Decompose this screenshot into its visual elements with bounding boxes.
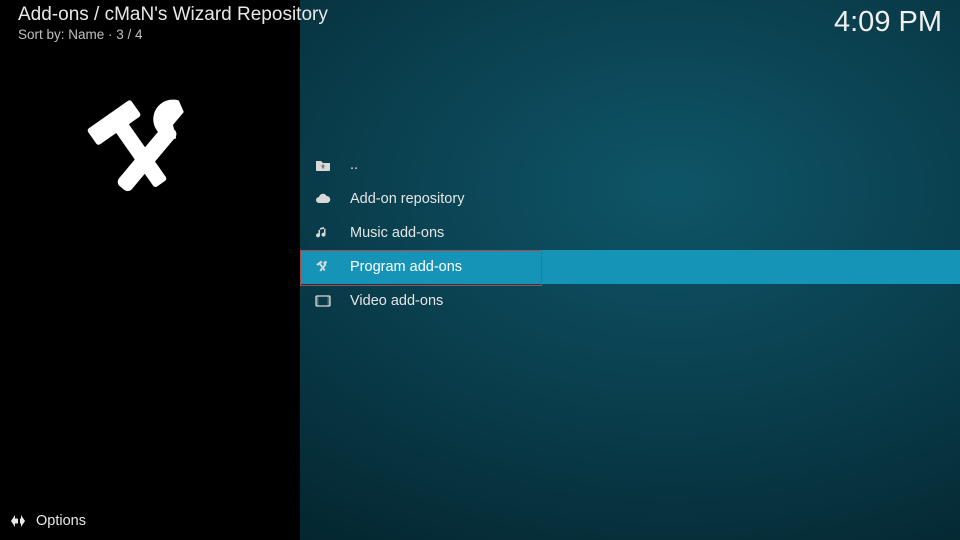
list-item-label: Music add-ons: [350, 225, 444, 241]
content-pane: .. Add-on repository Music add-ons Progr…: [300, 0, 960, 540]
cloud-icon: [315, 191, 331, 207]
tools-icon: [315, 259, 331, 275]
breadcrumb: Add-ons / cMaN's Wizard Repository: [18, 4, 942, 26]
list-item-label: Add-on repository: [350, 191, 464, 207]
list-item-program[interactable]: Program add-ons: [300, 250, 960, 284]
list-item-music[interactable]: Music add-ons: [300, 216, 960, 250]
clock: 4:09 PM: [834, 6, 942, 39]
sidebar: [0, 0, 300, 540]
addon-listing: .. Add-on repository Music add-ons Progr…: [300, 148, 960, 318]
list-item-video[interactable]: Video add-ons: [300, 284, 960, 318]
footer-options[interactable]: Options: [0, 503, 94, 540]
list-item-label: Program add-ons: [350, 259, 462, 275]
list-item-label: ..: [350, 157, 358, 173]
folder-up-icon: [315, 157, 331, 173]
sort-label: Sort by: Name · 3 / 4: [18, 27, 942, 42]
options-arrow-icon: [8, 511, 28, 531]
film-icon: [315, 293, 331, 309]
options-label: Options: [36, 513, 86, 529]
list-item-label: Video add-ons: [350, 293, 443, 309]
list-item-updir[interactable]: ..: [300, 148, 960, 182]
music-icon: [315, 225, 331, 241]
addon-tools-icon: [76, 85, 216, 225]
header: Add-ons / cMaN's Wizard Repository Sort …: [0, 0, 960, 42]
list-item-repository[interactable]: Add-on repository: [300, 182, 960, 216]
